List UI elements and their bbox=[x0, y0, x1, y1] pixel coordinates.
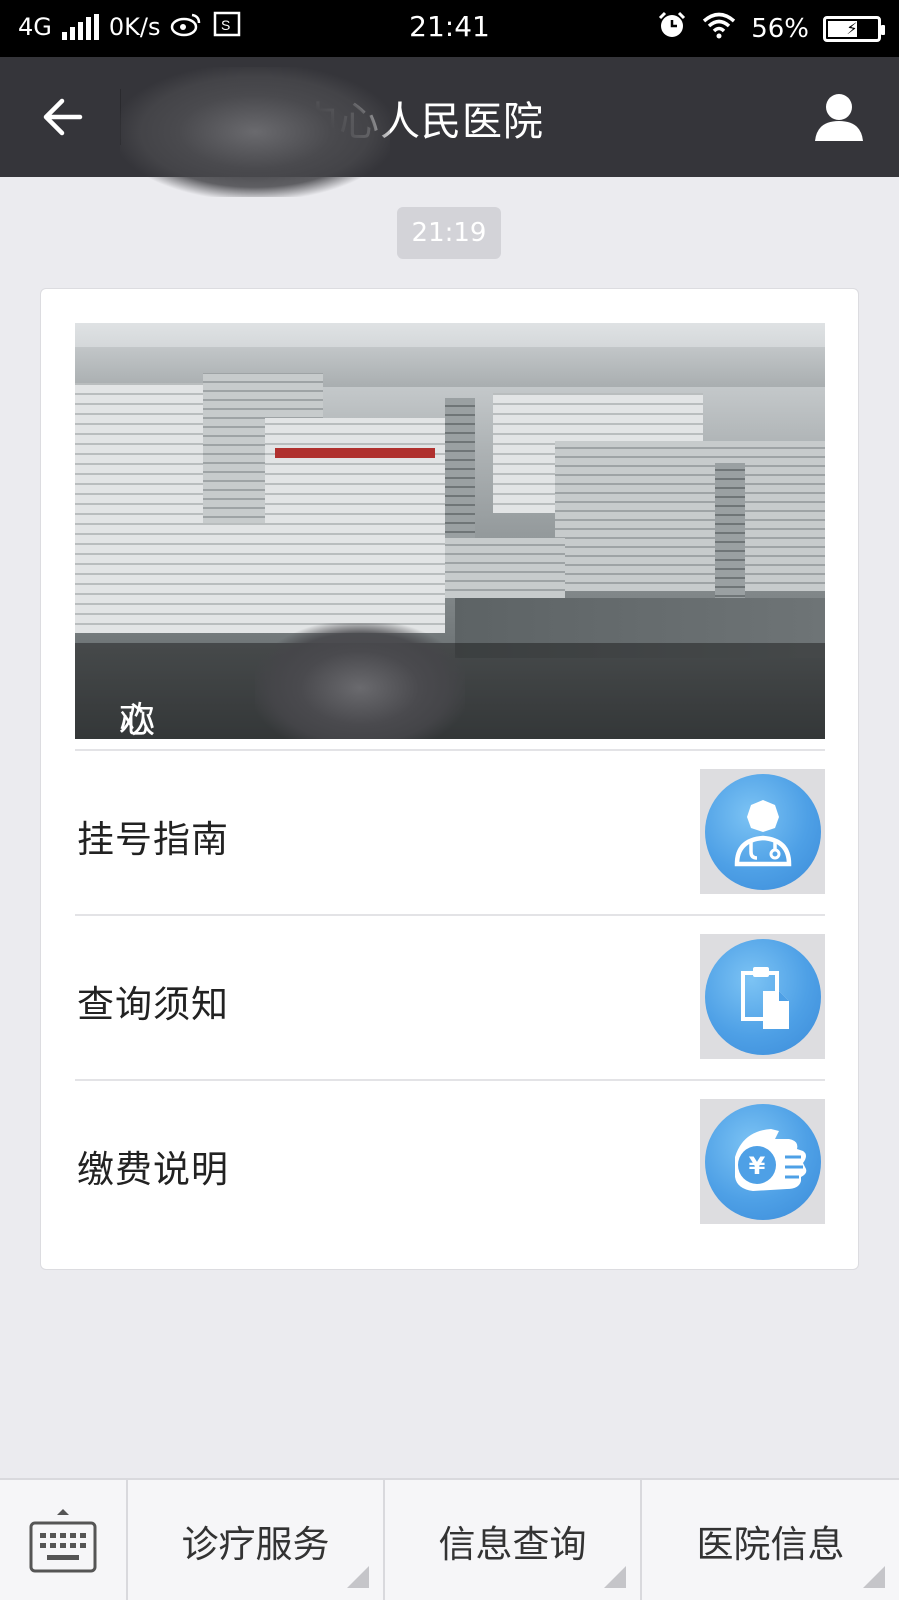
menu-item-label: 查询须知 bbox=[77, 983, 229, 1026]
tab-label: 医院信息 bbox=[696, 1523, 845, 1566]
bottom-menu-bar: 诊疗服务 信息查询 医院信息 bbox=[0, 1478, 899, 1600]
doctor-icon bbox=[734, 799, 791, 866]
alarm-icon bbox=[657, 10, 687, 47]
wifi-icon bbox=[701, 11, 737, 46]
query-thumbnail bbox=[700, 934, 825, 1059]
back-arrow-icon bbox=[43, 98, 83, 136]
back-button[interactable] bbox=[30, 85, 94, 149]
profile-button[interactable] bbox=[809, 87, 869, 147]
hand-yuan-icon: ¥ bbox=[734, 1128, 806, 1191]
tab-hospital-info[interactable]: 医院信息 bbox=[642, 1480, 899, 1600]
article-card[interactable]: 欢迎关注心人民医院 挂号指南 查询须知 bbox=[40, 288, 859, 1270]
registration-thumbnail bbox=[700, 769, 825, 894]
submenu-indicator-icon bbox=[863, 1566, 885, 1588]
keyboard-icon bbox=[29, 1509, 97, 1573]
battery-percent: 56% bbox=[751, 13, 809, 44]
user-icon bbox=[815, 94, 863, 141]
menu-item-query-notice[interactable]: 查询须知 bbox=[75, 914, 825, 1079]
submenu-indicator-icon bbox=[604, 1566, 626, 1588]
redaction-smudge bbox=[255, 623, 465, 739]
nav-bar: 中心人民医院 bbox=[0, 57, 899, 197]
keyboard-toggle-button[interactable] bbox=[0, 1480, 128, 1600]
banner-image[interactable]: 欢迎关注心人民医院 bbox=[75, 323, 825, 739]
menu-item-registration-guide[interactable]: 挂号指南 bbox=[75, 749, 825, 914]
tab-label: 诊疗服务 bbox=[181, 1523, 330, 1566]
menu-item-label: 缴费说明 bbox=[77, 1148, 229, 1191]
tab-info-query[interactable]: 信息查询 bbox=[385, 1480, 642, 1600]
menu-item-label: 挂号指南 bbox=[77, 818, 229, 861]
tab-medical-services[interactable]: 诊疗服务 bbox=[128, 1480, 385, 1600]
payment-thumbnail: ¥ bbox=[700, 1099, 825, 1224]
svg-text:¥: ¥ bbox=[748, 1152, 765, 1180]
redaction-smudge bbox=[120, 67, 390, 197]
tab-label: 信息查询 bbox=[438, 1523, 587, 1566]
skyline bbox=[75, 347, 825, 387]
menu-item-payment-instructions[interactable]: 缴费说明 ¥ bbox=[75, 1079, 825, 1244]
battery-icon: ⚡ bbox=[823, 15, 885, 42]
status-bar: 4G 0K/s S 21:41 56% ⚡ bbox=[0, 0, 899, 57]
chat-timestamp: 21:19 bbox=[397, 207, 501, 259]
clipboard-icon bbox=[740, 966, 789, 1029]
submenu-indicator-icon bbox=[347, 1566, 369, 1588]
hospital-sign bbox=[275, 448, 435, 458]
